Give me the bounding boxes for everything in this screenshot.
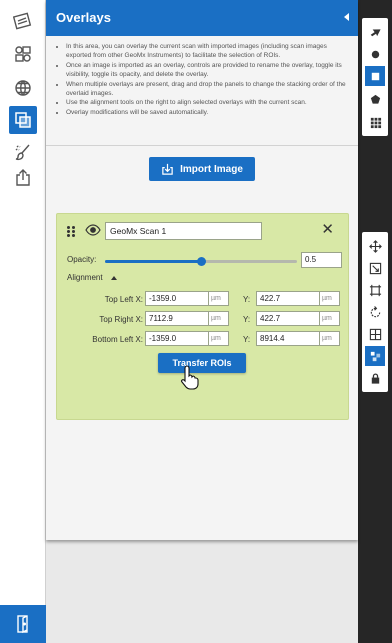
unit-label: µm <box>209 331 229 346</box>
top-right-label: Top Right X: <box>99 315 143 324</box>
unit-label: µm <box>320 311 340 326</box>
square-icon[interactable] <box>365 66 385 86</box>
opacity-label: Opacity: <box>67 255 97 264</box>
import-image-button[interactable]: Import Image <box>149 157 255 181</box>
bottom-left-y-input[interactable]: 8914.4 <box>256 331 320 346</box>
exit-door-icon[interactable] <box>0 605 46 643</box>
opacity-slider-fill <box>105 260 201 263</box>
move-icon[interactable] <box>365 236 385 256</box>
opacity-slider[interactable] <box>105 257 297 266</box>
bottom-left-x-input[interactable]: -1359.0 <box>145 331 209 346</box>
panel-title: Overlays <box>56 10 111 25</box>
alignment-label: Alignment <box>67 273 103 282</box>
left-toolbar <box>0 0 46 643</box>
overlays-panel-content: Overlays In this area, you can overlay t… <box>46 0 358 540</box>
top-left-y-input[interactable]: 422.7 <box>256 291 320 306</box>
info-list: In this area, you can overlay the curren… <box>56 42 352 117</box>
scan-icon[interactable] <box>11 10 35 34</box>
info-item: When multiple overlays are present, drag… <box>66 80 352 99</box>
y-label: Y: <box>243 295 251 304</box>
pointer-icon[interactable] <box>365 22 385 42</box>
alignment-caret-icon[interactable] <box>111 276 117 280</box>
divider <box>46 145 358 146</box>
lock-icon[interactable] <box>365 368 385 388</box>
grid-align-icon[interactable] <box>365 324 385 344</box>
rotate-icon[interactable] <box>365 302 385 322</box>
overlay-card[interactable]: GeoMx Scan 1 ✕ Opacity: 0.5 Alignment To… <box>56 213 349 420</box>
scale-icon[interactable] <box>365 258 385 278</box>
info-item: Use the alignment tools on the right to … <box>66 98 352 107</box>
polygon-icon[interactable] <box>365 89 385 109</box>
info-item: In this area, you can overlay the curren… <box>66 42 352 61</box>
top-right-x-input[interactable]: 7112.9 <box>145 311 209 326</box>
unit-label: µm <box>209 311 229 326</box>
unit-label: µm <box>320 291 340 306</box>
stretch-icon[interactable] <box>365 280 385 300</box>
collapse-panel-icon[interactable] <box>344 13 349 21</box>
overlays-icon[interactable] <box>9 106 37 134</box>
right-toolbar-alignment <box>362 232 388 392</box>
drag-handle-icon[interactable] <box>67 226 77 237</box>
panel-header: Overlays <box>46 0 358 36</box>
globe-icon[interactable] <box>11 76 35 100</box>
opacity-input[interactable]: 0.5 <box>301 252 342 268</box>
transfer-rois-button[interactable]: Transfer ROIs <box>158 353 246 373</box>
top-right-y-input[interactable]: 422.7 <box>256 311 320 326</box>
top-left-x-input[interactable]: -1359.0 <box>145 291 209 306</box>
top-left-label: Top Left X: <box>104 295 143 304</box>
import-image-label: Import Image <box>180 163 243 175</box>
tile-icon[interactable] <box>365 346 385 366</box>
opacity-slider-thumb[interactable] <box>197 257 206 266</box>
bottom-left-label: Bottom Left X: <box>92 335 143 344</box>
brush-icon[interactable] <box>11 140 35 164</box>
unit-label: µm <box>209 291 229 306</box>
y-label: Y: <box>243 335 251 344</box>
export-icon[interactable] <box>11 166 35 190</box>
slides-icon[interactable] <box>11 42 35 66</box>
unit-label: µm <box>320 331 340 346</box>
y-label: Y: <box>243 315 251 324</box>
hand-cursor-icon <box>181 365 199 390</box>
eye-icon[interactable] <box>85 224 101 236</box>
overlays-panel: Overlays In this area, you can overlay t… <box>46 0 358 643</box>
grid-icon[interactable] <box>365 112 385 132</box>
right-toolbar-tools <box>362 18 388 136</box>
info-item: Once an image is imported as an overlay,… <box>66 61 352 80</box>
circle-icon[interactable] <box>365 44 385 64</box>
info-item: Overlay modifications will be saved auto… <box>66 108 352 117</box>
import-icon <box>162 163 173 175</box>
overlay-name-input[interactable]: GeoMx Scan 1 <box>105 222 262 240</box>
app-window: Overlays In this area, you can overlay t… <box>0 0 392 643</box>
delete-overlay-icon[interactable]: ✕ <box>321 221 334 238</box>
